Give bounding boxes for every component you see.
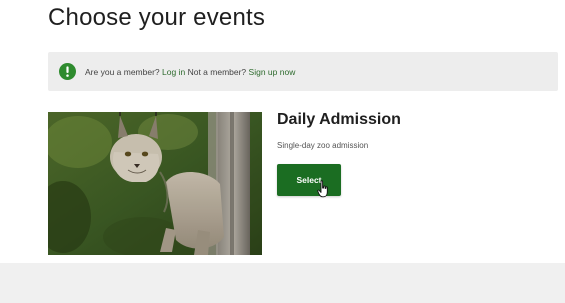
non-member-prompt: Not a member? — [187, 66, 247, 77]
event-title: Daily Admission — [277, 111, 401, 128]
exclamation-circle-icon — [59, 63, 76, 80]
select-button[interactable]: Select — [277, 164, 341, 196]
member-banner: Are you a member? Log in Not a member? S… — [48, 52, 558, 91]
hand-cursor-icon — [317, 180, 329, 198]
member-prompt: Are you a member? — [85, 66, 160, 77]
signup-link[interactable]: Sign up now — [249, 67, 296, 77]
page: Choose your events Are you a member? Log… — [0, 0, 565, 303]
footer-band — [0, 263, 565, 303]
member-banner-text: Are you a member? Log in Not a member? S… — [85, 67, 295, 77]
event-image-lynx — [48, 112, 262, 255]
login-link[interactable]: Log in — [162, 67, 185, 77]
event-description: Single-day zoo admission — [277, 141, 369, 150]
page-title: Choose your events — [48, 4, 266, 31]
